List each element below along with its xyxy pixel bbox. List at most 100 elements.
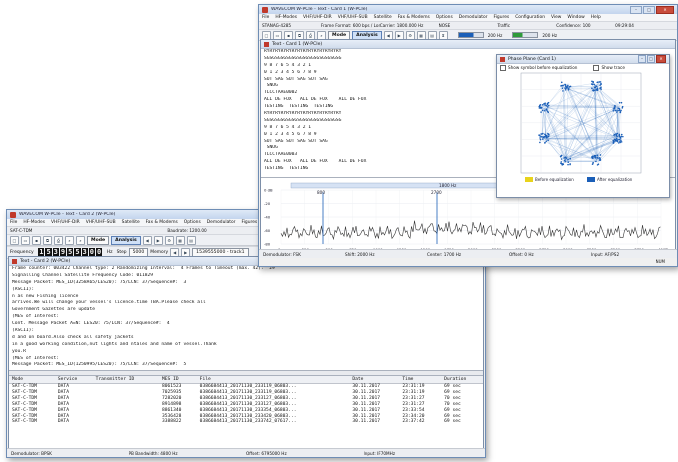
settings-icon[interactable]: ⚙: [164, 235, 174, 245]
opt-trace[interactable]: Show trace: [593, 64, 625, 71]
menu-help[interactable]: Help: [591, 15, 601, 20]
menu-view[interactable]: View: [551, 15, 561, 20]
minimize-icon[interactable]: –: [638, 55, 646, 63]
menu-window[interactable]: Window: [567, 15, 584, 20]
open-icon[interactable]: ▭: [21, 235, 30, 245]
symbol-point: [618, 138, 621, 141]
symbol-point: [547, 104, 550, 107]
text-line: Government Gazettes are update: [12, 307, 95, 313]
text-line: Frame counter: 003422 Channel type: 2 Ra…: [12, 266, 275, 271]
message-table-container[interactable]: Mode Service Transmitter ID MES ID File Date T…: [9, 376, 483, 448]
symbol-point: [560, 158, 563, 160]
marker-b-label: 2700: [431, 190, 442, 195]
mode-button[interactable]: Mode: [87, 235, 110, 245]
print-icon[interactable]: ⎙: [54, 235, 63, 245]
text-output[interactable]: Frame counter: 003422 Channel type: 2 Ra…: [9, 266, 483, 371]
chart-icon[interactable]: ▤: [186, 235, 196, 245]
close-icon[interactable]: ✕: [656, 55, 666, 63]
symbol-point: [613, 106, 616, 109]
symbol-point: [540, 107, 542, 109]
zoom-icon[interactable]: ⌕: [65, 235, 74, 245]
arrow-right-icon[interactable]: ▶: [153, 235, 163, 245]
footer-bar: NUM: [259, 258, 677, 266]
text-line: d and on board.Also check all safety jac…: [12, 334, 134, 340]
symbol-point: [541, 109, 544, 112]
menu-figures[interactable]: Figures: [494, 15, 510, 20]
symbol-point: [539, 138, 542, 141]
text-line: (MES of Interest:: [12, 314, 60, 320]
column-header[interactable]: MES ID: [159, 376, 197, 384]
close-icon[interactable]: ✕: [656, 5, 674, 14]
mode-name: SAT-C-TDM: [10, 228, 33, 233]
column-header[interactable]: Date: [349, 376, 400, 384]
column-header[interactable]: Time: [399, 376, 442, 384]
menu-satellite[interactable]: Satellite: [122, 220, 140, 225]
symbol-point: [564, 160, 566, 163]
menu-fax-modems[interactable]: Fax & Modems: [146, 220, 178, 225]
front-window-titlebar[interactable]: WAVECOM W-PCIe - Text - Card 1 (W-PCIe) …: [259, 5, 677, 14]
maximize-icon[interactable]: □: [647, 55, 655, 63]
symbol-point: [547, 111, 550, 114]
symbol-point: [598, 81, 601, 83]
minimize-icon[interactable]: –: [630, 5, 642, 14]
menu-fax-modems[interactable]: Fax & Modems: [398, 15, 430, 20]
info-field: NOSE: [438, 23, 451, 28]
menu-vhf-uhf-sub[interactable]: VHF/UHF-SUB: [86, 220, 116, 225]
symbol-point: [560, 161, 563, 163]
phase-plane-titlebar[interactable]: Phase Plane (Card 1) – □ ✕: [497, 55, 669, 64]
opt-before-eq[interactable]: Show symbol before equalization: [500, 64, 577, 71]
column-header[interactable]: File: [196, 376, 350, 384]
table-row[interactable]: SAT-C-TDM DATA 3388822 0386684413_20171130_…: [9, 419, 483, 425]
grid-icon[interactable]: ▦: [175, 235, 185, 245]
menu-demodulator[interactable]: Demodulator: [207, 220, 236, 225]
copy-icon[interactable]: ⧉: [43, 235, 52, 245]
new-icon[interactable]: □: [10, 235, 19, 245]
symbol-point: [539, 103, 542, 106]
menu-hf-modes[interactable]: HF-Modes: [23, 220, 45, 225]
menu-options[interactable]: Options: [184, 220, 201, 225]
symbol-point: [561, 84, 564, 87]
symbol-point: [594, 156, 597, 158]
phase-plane-plot: Before equalization After equalization: [520, 72, 642, 182]
symbol-point: [617, 109, 619, 112]
column-header[interactable]: Mode: [9, 376, 55, 384]
phase-plane-title: Phase Plane (Card 1): [508, 56, 556, 62]
maximize-icon[interactable]: □: [643, 5, 655, 14]
marker-top-label: 1800 Hz: [439, 183, 457, 188]
symbol-point: [590, 83, 593, 85]
menu-figures[interactable]: Figures: [242, 220, 258, 225]
symbol-point: [596, 88, 599, 91]
menu-hf-modes[interactable]: HF-Modes: [275, 15, 297, 20]
legend-before-swatch: [525, 177, 533, 182]
find-icon[interactable]: ⌕: [76, 235, 85, 245]
symbol-point: [569, 163, 571, 165]
symbol-point: [567, 161, 570, 163]
y-tick-label: -80: [264, 242, 271, 247]
menu-vhf-uhf-dir[interactable]: VHF/UHF-DIR: [303, 15, 332, 20]
menu-demodulator[interactable]: Demodulator: [459, 15, 488, 20]
symbol-point: [562, 163, 565, 166]
symbol-point: [538, 105, 541, 108]
menu-file[interactable]: File: [10, 220, 17, 225]
menu-options[interactable]: Options: [436, 15, 453, 20]
marker-a-label: 800: [317, 190, 325, 195]
menu-vhf-uhf-dir[interactable]: VHF/UHF-DIR: [51, 220, 80, 225]
status-demodulator: Demodulator: BPSK: [11, 450, 52, 456]
menu-file[interactable]: File: [262, 15, 269, 20]
arrow-left-icon[interactable]: ◀: [142, 235, 152, 245]
symbol-point: [564, 156, 567, 159]
menu-configuration[interactable]: Configuration: [515, 15, 545, 20]
column-header[interactable]: Service: [54, 376, 93, 384]
status-offset: Offset: 6795000 Hz: [246, 450, 287, 456]
column-header[interactable]: Transmitter ID: [92, 376, 159, 384]
column-header[interactable]: Duration: [441, 376, 483, 384]
text-window-card1-titlebar[interactable]: Text - Card 1 (W-PCIe): [261, 40, 675, 49]
menu-vhf-uhf-sub[interactable]: VHF/UHF-SUB: [338, 15, 368, 20]
symbol-point: [618, 101, 621, 104]
save-icon[interactable]: ▪: [32, 235, 41, 245]
symbol-point: [617, 107, 620, 110]
menu-satellite[interactable]: Satellite: [374, 15, 392, 20]
analysis-button[interactable]: Analysis: [111, 235, 141, 245]
level-meter-a: [457, 32, 484, 38]
front-infobar: STANAG-4285 Frame Format: 600 bps / Long C…: [259, 21, 677, 29]
